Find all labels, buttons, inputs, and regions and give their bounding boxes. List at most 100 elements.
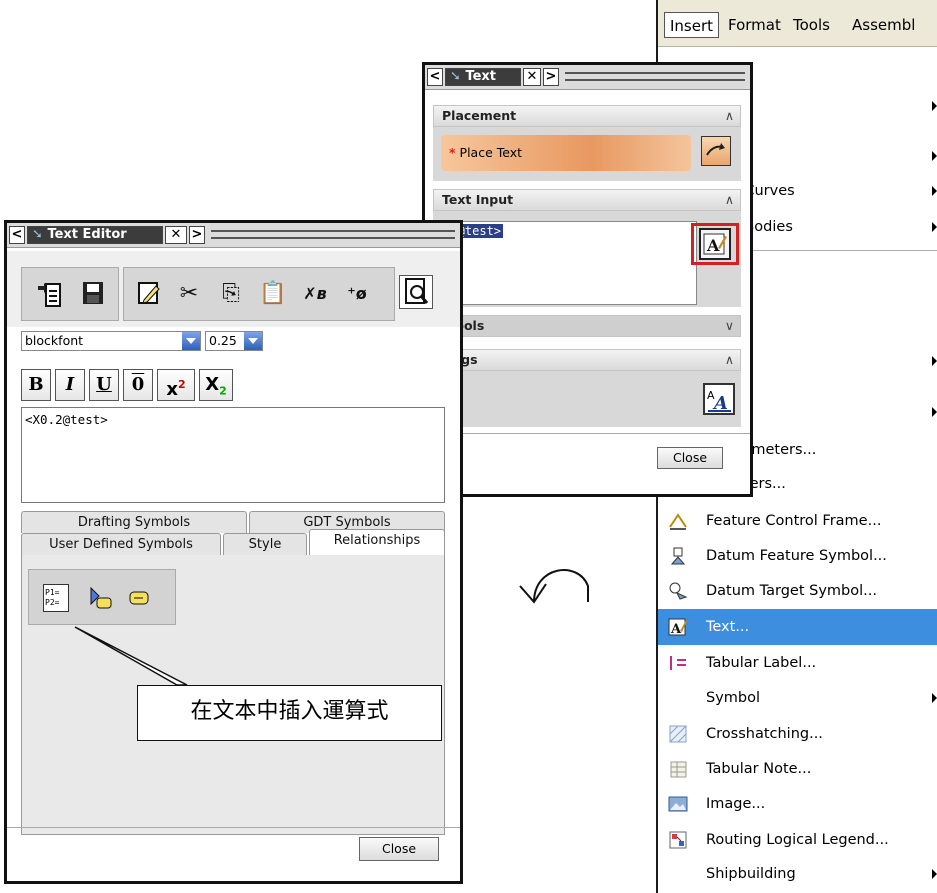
editor-text-area[interactable]: <X0.2@test>: [21, 407, 445, 503]
close-icon[interactable]: ✕: [523, 68, 541, 86]
settings-header[interactable]: tings∧: [433, 349, 741, 371]
crosshatching-icon: [668, 724, 688, 744]
svg-text:A: A: [706, 236, 720, 255]
tab-drafting-symbols[interactable]: Drafting Symbols: [21, 511, 247, 533]
bold-button[interactable]: B: [21, 369, 51, 401]
callout-leader: [74, 626, 188, 686]
menu-item-label: Datum Feature Symbol...: [706, 548, 887, 564]
superscript-button[interactable]: x2: [157, 369, 195, 401]
text-dialog-title: ➘ Text: [445, 68, 521, 86]
underline-button[interactable]: U: [89, 369, 119, 401]
datum-target-symbol-icon: [668, 581, 688, 601]
place-text-row[interactable]: * Place Text: [441, 135, 691, 171]
menu-item-19[interactable]: Tabular Note...: [658, 751, 937, 787]
menu-assembly[interactable]: Assembl: [847, 12, 920, 38]
placement-header[interactable]: Placement ∧: [433, 105, 741, 127]
save-icon[interactable]: [78, 280, 108, 314]
place-text-button[interactable]: [701, 136, 731, 166]
editor-title: ➘ Text Editor: [27, 226, 163, 244]
superscript-2-icon: 2: [177, 378, 186, 391]
italic-button[interactable]: I: [55, 369, 85, 401]
drag-handle[interactable]: [211, 230, 455, 232]
paste-icon[interactable]: 📋: [258, 280, 288, 308]
menu-item-label: Routing Logical Legend...: [706, 832, 889, 848]
feature-control-frame-icon: [668, 511, 688, 531]
menu-item-13[interactable]: Datum Feature Symbol...: [658, 538, 937, 574]
menu-item-label: Tabular Note...: [706, 761, 812, 777]
close-button[interactable]: Close: [359, 837, 439, 861]
cut-icon[interactable]: ✂: [174, 280, 204, 308]
drag-handle-line: [211, 237, 455, 239]
menu-item-17[interactable]: Symbol: [658, 680, 937, 716]
close-button[interactable]: Close: [657, 447, 723, 469]
tab-relationships[interactable]: Relationships: [309, 529, 445, 557]
menu-item-15[interactable]: A Text...: [658, 609, 937, 645]
overline-button[interactable]: 0: [123, 369, 153, 401]
file-toolbar-group: [21, 267, 119, 321]
text-input-header[interactable]: Text Input ∧: [433, 189, 741, 211]
collapse-left-icon[interactable]: <: [9, 226, 25, 244]
required-icon: *: [449, 145, 456, 160]
chevron-down-icon[interactable]: [182, 332, 200, 350]
menu-item-label: Shipbuilding: [706, 866, 796, 882]
menu-format[interactable]: Format: [723, 12, 786, 38]
menu-item-18[interactable]: Crosshatching...: [658, 716, 937, 752]
import-icon[interactable]: [34, 280, 64, 316]
delete-all-icon[interactable]: ⁺ø: [340, 280, 374, 308]
drag-handle[interactable]: [565, 72, 745, 74]
menu-bar: Insert Format Tools Assembl: [658, 0, 937, 47]
editor-titlebar: < ➘ Text Editor ✕ >: [7, 223, 460, 248]
submenu-arrow-icon: [932, 222, 937, 232]
font-select[interactable]: blockfont: [21, 331, 201, 351]
menu-item-label: Symbol: [706, 690, 761, 706]
text-editor-button[interactable]: A: [699, 228, 731, 260]
submenu-arrow-icon: [932, 407, 937, 417]
chevron-down-icon: ∨: [724, 318, 734, 333]
submenu-arrow-icon: [932, 101, 937, 111]
menu-item-label: Image...: [706, 796, 766, 812]
insert-object-expression-icon[interactable]: [85, 584, 113, 612]
text-icon: A: [668, 617, 688, 637]
menu-item-16[interactable]: Tabular Label...: [658, 645, 937, 681]
subscript-2-icon: 2: [219, 384, 227, 398]
menu-item-14[interactable]: Datum Target Symbol...: [658, 573, 937, 609]
divider: [7, 827, 460, 828]
callout-box: 在文本中插入運算式: [137, 685, 442, 741]
routing-logical-legend-icon: [668, 830, 688, 850]
collapse-left-icon[interactable]: <: [427, 68, 443, 86]
edit-toolbar-group: ✂ ⎘ 📋 ✗ʙ ⁺ø: [123, 267, 395, 321]
tab-user-defined-symbols[interactable]: User Defined Symbols: [21, 533, 221, 555]
chevron-down-icon[interactable]: [244, 332, 262, 350]
subscript-button[interactable]: X2: [199, 369, 233, 401]
size-select[interactable]: 0.25: [205, 331, 263, 351]
text-editor-dialog: < ➘ Text Editor ✕ > ✂ ⎘ 📋 ✗ʙ ⁺ø blockfon…: [4, 220, 463, 884]
expand-right-icon[interactable]: >: [543, 68, 559, 86]
submenu-arrow-icon: [932, 186, 937, 196]
menu-item-20[interactable]: Image...: [658, 786, 937, 822]
tab-style[interactable]: Style: [223, 533, 307, 555]
chevron-up-icon: ∧: [724, 192, 734, 207]
symbols-header[interactable]: mbols ∨: [433, 315, 741, 337]
tabular-note-icon: [668, 759, 688, 779]
drag-handle-line: [565, 79, 745, 81]
menu-item-12[interactable]: Feature Control Frame...: [658, 503, 937, 539]
preview-button[interactable]: [399, 275, 433, 309]
delete-format-icon[interactable]: ✗ʙ: [298, 280, 332, 308]
clear-icon[interactable]: [134, 280, 164, 314]
insert-expression-icon[interactable]: P1= P2=: [43, 584, 69, 612]
insert-attribute-icon[interactable]: [127, 586, 151, 610]
text-dialog-titlebar: < ➘ Text ✕ >: [425, 65, 750, 90]
close-icon[interactable]: ✕: [165, 226, 187, 244]
menu-item-22[interactable]: Shipbuilding: [658, 856, 937, 892]
expand-right-icon[interactable]: >: [189, 226, 205, 244]
menu-item-21[interactable]: Routing Logical Legend...: [658, 822, 937, 858]
menu-tools[interactable]: Tools: [788, 12, 835, 38]
text-input-field[interactable]: 0.2@test>: [433, 221, 697, 305]
chevron-up-icon: ∧: [724, 352, 734, 367]
text-dialog: < ➘ Text ✕ > Placement ∧ * Place Text Tex…: [422, 62, 753, 497]
text-style-button[interactable]: AA: [703, 383, 735, 415]
menu-insert[interactable]: Insert: [664, 12, 720, 38]
menu-item-label: Feature Control Frame...: [706, 513, 882, 529]
copy-icon[interactable]: ⎘: [216, 280, 246, 308]
datum-feature-symbol-icon: [668, 546, 688, 566]
